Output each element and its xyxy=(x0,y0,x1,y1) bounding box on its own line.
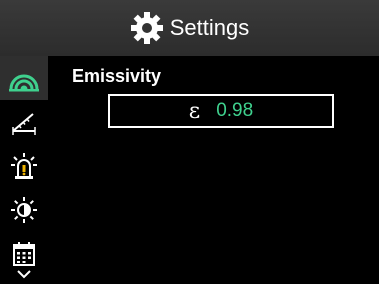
sidebar-item-distance[interactable] xyxy=(0,100,48,144)
chevron-down-icon xyxy=(17,270,31,279)
title-bar: Settings xyxy=(0,0,379,56)
brightness-icon xyxy=(11,197,37,223)
sidebar-item-brightness[interactable] xyxy=(0,188,48,232)
sidebar-scroll-down[interactable] xyxy=(0,264,48,284)
epsilon-symbol: ε xyxy=(188,98,201,124)
sidebar-item-alarm[interactable] xyxy=(0,144,48,188)
emissivity-icon xyxy=(9,74,39,92)
page-title: Settings xyxy=(169,15,250,40)
sidebar xyxy=(0,56,48,284)
emissivity-label: Emissivity xyxy=(72,66,162,86)
emissivity-value: 0.98 xyxy=(216,100,254,121)
emissivity-value-field[interactable]: ε 0.98 xyxy=(108,94,334,128)
alarm-icon xyxy=(11,153,37,179)
gear-icon xyxy=(130,12,163,44)
sidebar-item-emissivity[interactable] xyxy=(0,56,48,100)
distance-icon xyxy=(12,113,36,135)
emissivity-panel: Emissivity ε 0.98 xyxy=(48,56,379,284)
